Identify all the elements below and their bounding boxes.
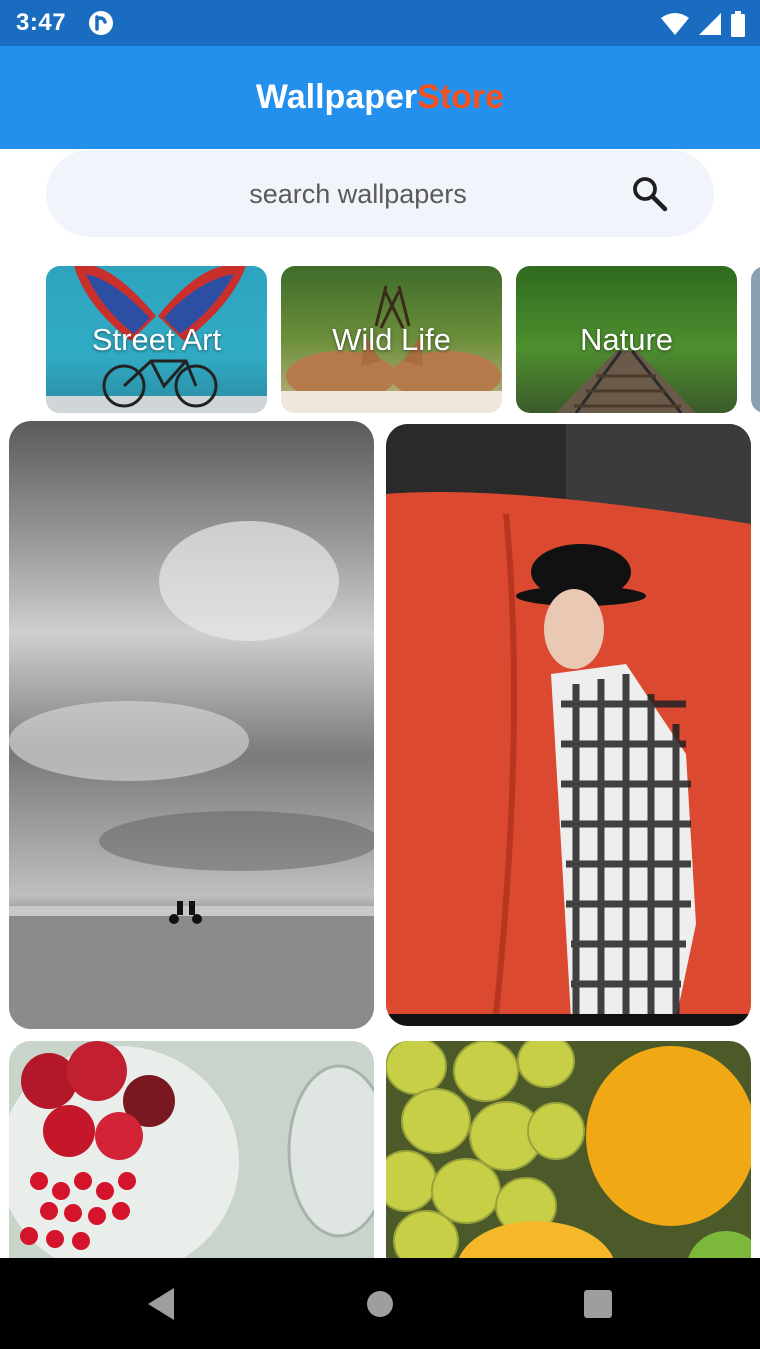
back-icon[interactable]	[140, 1282, 184, 1326]
wallpaper-tile[interactable]	[9, 1041, 374, 1258]
app-title-store: Store	[417, 78, 505, 116]
status-time: 3:47	[16, 9, 67, 36]
navigation-bar	[0, 1258, 760, 1349]
status-icons	[660, 10, 746, 38]
home-icon[interactable]	[358, 1282, 402, 1326]
red-backdrop-portrait-image	[386, 424, 751, 1026]
wallpaper-tile[interactable]	[386, 424, 751, 1026]
grapes-citrus-image	[386, 1041, 751, 1258]
search-input[interactable]	[106, 150, 610, 239]
category-label: Wild Life	[332, 321, 451, 357]
app-bar: Wallpaper Store	[0, 46, 760, 149]
search-icon[interactable]	[630, 174, 670, 214]
category-street-art[interactable]: Street Art	[46, 266, 267, 413]
search-bar	[46, 150, 714, 239]
status-bar: 3:47	[0, 0, 760, 46]
category-nature[interactable]: Nature	[516, 266, 737, 413]
wallpaper-tile[interactable]	[386, 1041, 751, 1258]
recents-icon[interactable]	[576, 1282, 620, 1326]
red-fruits-image	[9, 1041, 374, 1258]
category-wild-life[interactable]: Wild Life	[281, 266, 502, 413]
app-badge-icon	[89, 11, 113, 35]
wallpaper-grid	[9, 421, 751, 1258]
category-list: Street Art Wild Life Nature	[46, 266, 760, 414]
cellular-signal-icon	[699, 13, 721, 35]
category-label: Street Art	[91, 321, 222, 357]
wallpaper-tile[interactable]	[9, 421, 374, 1029]
category-label: Nature	[579, 321, 674, 357]
wifi-icon	[661, 13, 689, 35]
beach-cyclists-image	[9, 521, 374, 1029]
battery-icon	[731, 11, 745, 37]
category-next[interactable]	[751, 266, 760, 413]
app-title-wallpaper: Wallpaper	[255, 78, 418, 116]
